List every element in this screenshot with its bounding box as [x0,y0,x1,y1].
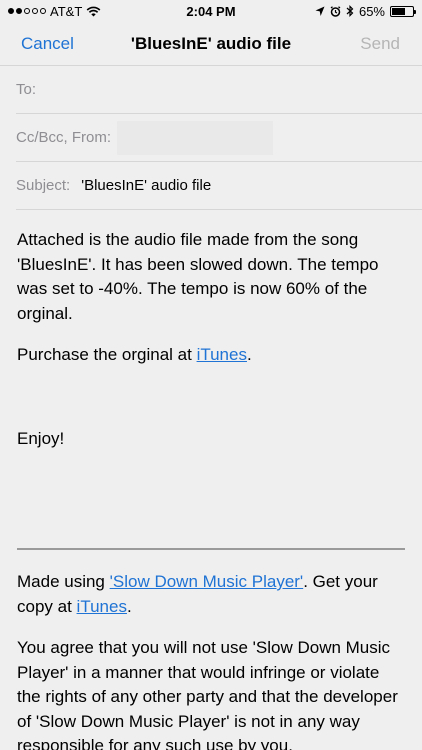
subject-value[interactable]: 'BluesInE' audio file [81,177,211,194]
purchase-text: Purchase the orginal at [17,345,197,364]
subject-field[interactable]: Subject: 'BluesInE' audio file [16,162,422,210]
status-bar: AT&T 2:04 PM 65% [0,0,422,22]
carrier-label: AT&T [50,3,83,19]
body-paragraph-attachment: Attached is the audio file made from the… [17,230,379,323]
battery-icon [390,5,416,17]
signal-dot [8,8,14,14]
send-button[interactable]: Send [360,34,400,54]
cc-bcc-from-label: Cc/Bcc, From: [16,129,112,146]
signal-strength-icon [8,8,46,14]
slow-down-music-player-link[interactable]: 'Slow Down Music Player' [110,572,304,591]
purchase-period: . [246,345,252,364]
wifi-icon [86,6,101,16]
mail-compose-screen: AT&T 2:04 PM 65% Cancel 'BluesInE' audio… [0,0,422,750]
bluetooth-icon [346,5,354,17]
signature-divider [17,548,405,550]
message-body[interactable]: Attached is the audio file made from the… [0,210,422,750]
cc-bcc-from-field[interactable]: Cc/Bcc, From: [16,114,422,162]
body-paragraph-agreement: You agree that you will not use 'Slow Do… [17,638,398,750]
cancel-button[interactable]: Cancel [21,34,74,54]
battery-fill [392,7,405,15]
itunes-app-link[interactable]: iTunes [77,597,127,616]
itunes-link[interactable]: iTunes [197,345,247,364]
signal-dot [32,8,38,14]
signal-dot [40,8,46,14]
blank-space [17,468,405,548]
status-left: AT&T [8,4,101,19]
signal-dot [24,8,30,14]
body-paragraph-made-using: Made using 'Slow Down Music Player'. Get… [17,570,405,619]
navigation-bar: Cancel 'BluesInE' audio file Send [0,22,422,66]
to-field[interactable]: To: [16,66,422,114]
to-label: To: [16,81,37,98]
body-paragraph-enjoy: Enjoy! [17,428,65,448]
battery-percent: 65% [358,3,385,19]
blank-space [17,385,405,427]
made-using-text: Made using [17,572,110,591]
alarm-icon [330,5,341,17]
location-icon [315,6,325,16]
status-right: 65% [315,3,416,19]
body-paragraph-purchase: Purchase the orginal at iTunes. [17,343,405,368]
signal-dot [16,8,22,14]
subject-label: Subject: [16,177,71,194]
made-using-period: . [126,596,132,616]
from-input[interactable] [117,120,274,155]
